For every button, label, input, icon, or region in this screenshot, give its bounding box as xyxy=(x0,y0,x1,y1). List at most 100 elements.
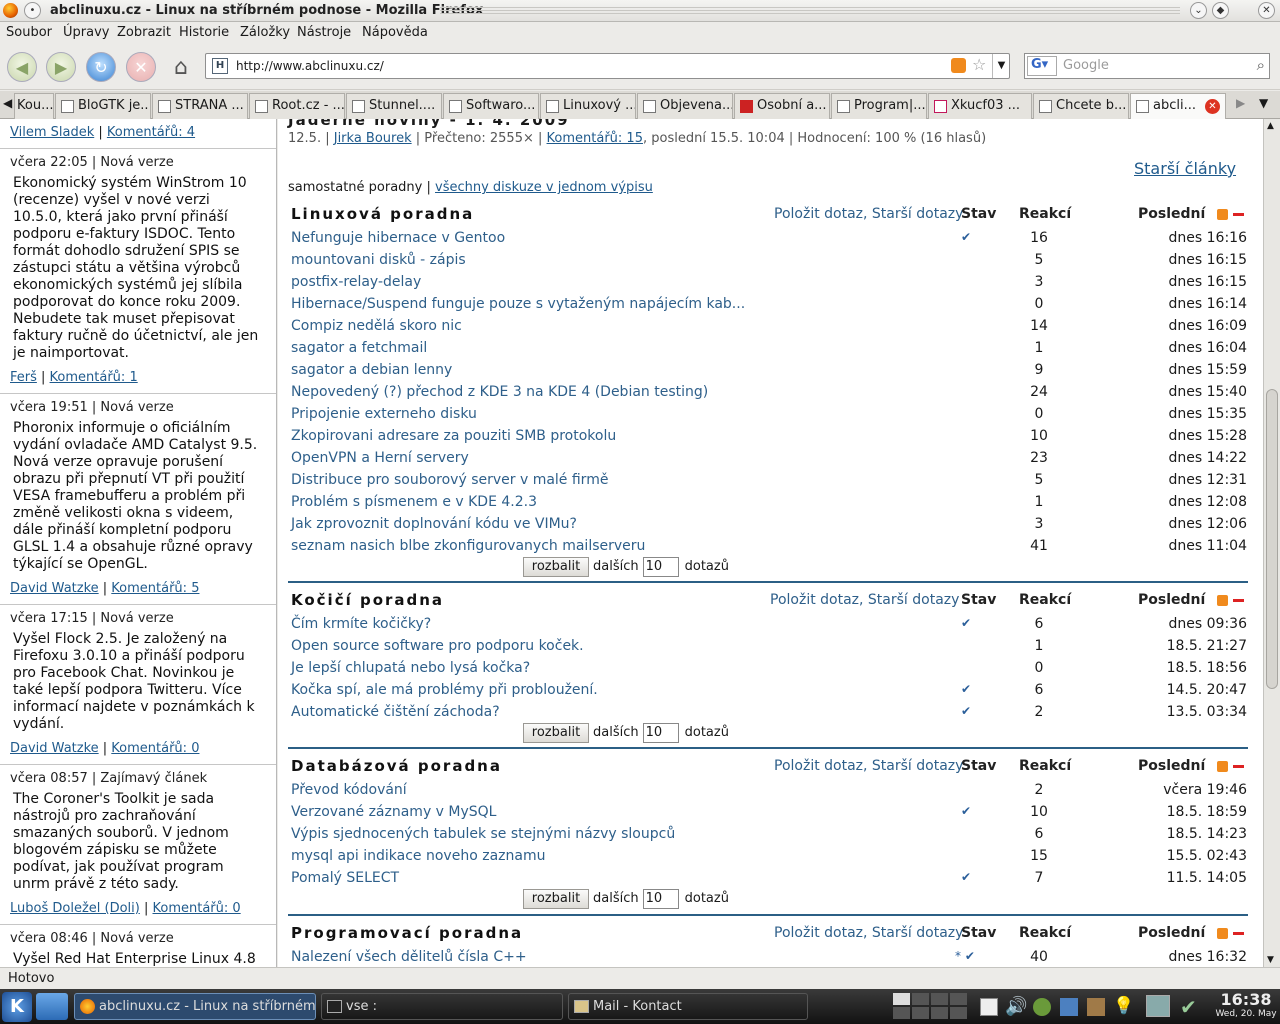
expand-button[interactable]: rozbalit xyxy=(523,557,589,577)
desktop-2[interactable] xyxy=(912,993,929,1005)
tab-7[interactable]: Objevena... xyxy=(637,93,733,119)
question-link[interactable]: Compiz nedělá skoro nic xyxy=(291,318,462,334)
older-questions-link[interactable]: Starší dotazy xyxy=(868,592,960,608)
author-link[interactable]: David Watzke xyxy=(10,581,99,596)
section-title[interactable]: Programovací poradna xyxy=(291,924,523,942)
question-link[interactable]: Je lepší chlupatá nebo lysá kočka? xyxy=(291,660,530,676)
kde-menu-icon[interactable]: K xyxy=(2,992,32,1022)
close-window-button[interactable]: ✕ xyxy=(1258,2,1275,19)
question-link[interactable]: Výpis sjednocených tabulek se stejnými n… xyxy=(291,826,675,842)
desktop-1[interactable] xyxy=(893,993,910,1005)
lightbulb-icon[interactable]: 💡 xyxy=(1113,996,1134,1016)
close-tab-icon[interactable]: ✕ xyxy=(1205,99,1220,114)
tab-11[interactable]: Chcete b... xyxy=(1033,93,1129,119)
older-questions-link[interactable]: Starší dotazy xyxy=(872,758,964,774)
ask-question-link[interactable]: Položit dotaz xyxy=(774,206,863,222)
rss-feed-icon[interactable] xyxy=(951,58,966,73)
comments-link[interactable]: Komentářů: 4 xyxy=(107,125,195,140)
desktop-5[interactable] xyxy=(893,1007,910,1019)
count-input[interactable]: 10 xyxy=(642,557,679,577)
ask-question-link[interactable]: Položit dotaz xyxy=(774,758,863,774)
network-icon[interactable] xyxy=(1060,998,1078,1016)
task-firefox[interactable]: abclinuxu.cz - Linux na stříbrném po... xyxy=(74,993,316,1020)
clipboard-icon[interactable] xyxy=(980,998,998,1016)
search-placeholder[interactable]: Google xyxy=(1063,58,1109,73)
question-link[interactable]: Nalezení všech dělitelů čísla C++ xyxy=(291,949,527,965)
tabs-list-icon[interactable]: ▼ xyxy=(1259,96,1268,110)
question-link[interactable]: Verzované záznamy v MySQL xyxy=(291,804,496,820)
older-questions-link[interactable]: Starší dotazy xyxy=(872,206,964,222)
question-link[interactable]: Distribuce pro souborový server v malé f… xyxy=(291,472,608,488)
rss-icon[interactable] xyxy=(1217,209,1228,220)
author-link[interactable]: Luboš Doležel (Doli) xyxy=(10,901,140,916)
search-engine-icon[interactable]: G▾ xyxy=(1027,56,1057,76)
question-link[interactable]: Čím krmíte kočičky? xyxy=(291,616,431,632)
tabs-scroll-left-icon[interactable]: ◀ xyxy=(3,96,12,110)
collapse-icon[interactable] xyxy=(1233,599,1244,602)
tab-8[interactable]: Osobní a... xyxy=(734,93,830,119)
desktop-3[interactable] xyxy=(931,993,948,1005)
question-link[interactable]: Kočka spí, ale má problémy při problouže… xyxy=(291,682,598,698)
question-link[interactable]: seznam nasich blbe zkonfigurovanych mail… xyxy=(291,538,645,554)
author-link[interactable]: Vilem Sladek xyxy=(10,125,94,140)
ask-question-link[interactable]: Položit dotaz xyxy=(770,592,859,608)
collapse-icon[interactable] xyxy=(1233,765,1244,768)
author-link[interactable]: David Watzke xyxy=(10,741,99,756)
question-link[interactable]: sagator a fetchmail xyxy=(291,340,427,356)
rss-icon[interactable] xyxy=(1217,761,1228,772)
article-comments-link[interactable]: Komentářů: 15 xyxy=(547,131,643,146)
question-link[interactable]: Open source software pro podporu koček. xyxy=(291,638,584,654)
menu-zalozky[interactable]: Záložky xyxy=(240,25,290,40)
count-input[interactable]: 10 xyxy=(642,889,679,909)
question-link[interactable]: mysql api indikace noveho zaznamu xyxy=(291,848,545,864)
question-link[interactable]: sagator a debian lenny xyxy=(291,362,452,378)
scroll-up-icon[interactable]: ▲ xyxy=(1267,121,1274,131)
rss-icon[interactable] xyxy=(1217,595,1228,606)
reload-icon[interactable]: ↻ xyxy=(86,52,116,82)
menu-napoveda[interactable]: Nápověda xyxy=(362,25,428,40)
menu-zobrazit[interactable]: Zobrazit xyxy=(117,25,171,40)
desktop-4[interactable] xyxy=(950,993,967,1005)
tab-1[interactable]: BloGTK je... xyxy=(55,93,151,119)
comments-link[interactable]: Komentářů: 5 xyxy=(111,581,199,596)
count-input[interactable]: 10 xyxy=(642,723,679,743)
tab-2[interactable]: STRANA ... xyxy=(152,93,248,119)
section-title[interactable]: Linuxová poradna xyxy=(291,205,474,223)
search-icon[interactable]: ⌕ xyxy=(1257,56,1265,74)
file-manager-icon[interactable] xyxy=(36,993,68,1020)
older-articles-link[interactable]: Starší články xyxy=(1134,159,1236,178)
menu-upravy[interactable]: Úpravy xyxy=(63,25,109,40)
monitor-icon[interactable] xyxy=(1146,995,1170,1017)
all-discussions-link[interactable]: všechny diskuze v jednom výpisu xyxy=(435,180,653,195)
older-questions-link[interactable]: Starší dotazy xyxy=(872,925,964,941)
article-author-link[interactable]: Jirka Bourek xyxy=(334,131,412,146)
task-kontact[interactable]: Mail - Kontact xyxy=(568,993,808,1020)
vertical-scrollbar[interactable]: ▲ ▼ xyxy=(1263,119,1280,967)
comments-link[interactable]: Komentářů: 0 xyxy=(153,901,241,916)
question-link[interactable]: mountovani disků - zápis xyxy=(291,252,466,268)
article-title[interactable]: Jaderné noviny - 1. 4. 2009 xyxy=(288,119,570,129)
stop-icon[interactable]: ✕ xyxy=(126,52,156,82)
desktop-7[interactable] xyxy=(931,1007,948,1019)
question-link[interactable]: Automatické čištění záchoda? xyxy=(291,704,500,720)
firefox-icon[interactable] xyxy=(3,3,18,18)
tab-5[interactable]: Softwaro... xyxy=(443,93,539,119)
clock[interactable]: 16:38 Wed, 20. May xyxy=(1214,990,1278,1019)
tab-3[interactable]: Root.cz - ... xyxy=(249,93,345,119)
question-link[interactable]: Problém s písmenem e v KDE 4.2.3 xyxy=(291,494,537,510)
minimize-button[interactable]: ⌄ xyxy=(1190,2,1207,19)
question-link[interactable]: Pripojenie externeho disku xyxy=(291,406,477,422)
forward-icon[interactable]: ▶ xyxy=(46,52,76,82)
scroll-down-icon[interactable]: ▼ xyxy=(1267,955,1274,965)
power-check-icon[interactable]: ✔ xyxy=(1180,995,1197,1019)
question-link[interactable]: Hibernace/Suspend funguje pouze s vytaže… xyxy=(291,296,745,312)
tab-0[interactable]: Kou... xyxy=(14,93,54,119)
question-link[interactable]: Převod kódování xyxy=(291,782,407,798)
url-bar[interactable]: H http://www.abclinuxu.cz/ ☆ ▼ xyxy=(205,53,1010,79)
home-icon[interactable]: ⌂ xyxy=(166,52,196,82)
tabs-scroll-right-icon[interactable]: ▶ xyxy=(1236,96,1245,110)
settings-gear-icon[interactable] xyxy=(1033,998,1051,1016)
tab-9[interactable]: Program|... xyxy=(831,93,927,119)
task-terminal[interactable]: vse : xyxy=(321,993,563,1020)
question-link[interactable]: Zkopirovani adresare za pouziti SMB prot… xyxy=(291,428,616,444)
